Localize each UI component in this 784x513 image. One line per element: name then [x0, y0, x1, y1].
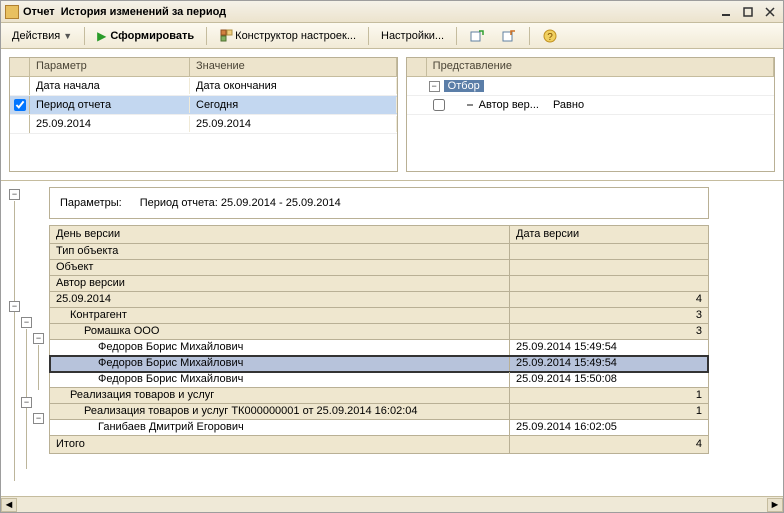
outline-toggle[interactable]: − [21, 397, 32, 408]
report-header-row: День версии Дата версии [50, 226, 708, 244]
actions-menu[interactable]: Действия ▼ [5, 27, 79, 45]
params-value: Период отчета: 25.09.2014 - 25.09.2014 [140, 197, 341, 209]
maximize-button[interactable] [739, 5, 757, 19]
scroll-left-button[interactable]: ◄ [1, 498, 17, 512]
outline-toggle[interactable]: − [21, 317, 32, 328]
subheader: Тип объекта [50, 244, 510, 260]
filter-operator: Равно [553, 99, 584, 111]
toolbar-separator [456, 27, 457, 45]
report-row[interactable]: Реализация товаров и услуг ТК000000001 о… [50, 404, 708, 420]
table-import-icon [501, 28, 517, 44]
report-row[interactable]: Ганибаев Дмитрий Егорович25.09.2014 16:0… [50, 420, 708, 436]
params-row[interactable]: 25.09.2014 25.09.2014 [10, 115, 397, 134]
col-value: Значение [190, 58, 397, 76]
minimize-button[interactable] [717, 5, 735, 19]
dash-icon [467, 104, 473, 106]
report-row[interactable]: Контрагент3 [50, 308, 708, 324]
horizontal-scrollbar[interactable]: ◄ ► [1, 496, 783, 512]
outline-toggle[interactable]: − [9, 301, 20, 312]
constructor-button[interactable]: Конструктор настроек... [212, 25, 363, 47]
help-icon: ? [542, 28, 558, 44]
settings-label: Настройки... [381, 30, 444, 42]
report-pane: − − − − − − Параметры: Период отчета: 25… [1, 181, 783, 512]
report-footer: Итого 4 [50, 436, 708, 454]
close-button[interactable] [761, 5, 779, 19]
toolbar-separator [206, 27, 207, 45]
tb-icon-button-1[interactable] [462, 25, 492, 47]
col-parameter: Параметр [30, 58, 190, 76]
params-pane: Параметр Значение Дата начала Дата оконч… [1, 49, 783, 181]
generate-button[interactable]: ▶ Сформировать [90, 26, 201, 46]
window-title: Отчет [23, 6, 55, 18]
report-row-selected[interactable]: Федоров Борис Михайлович25.09.2014 15:49… [50, 356, 708, 372]
outline-gutter[interactable]: − − − − − − [7, 187, 51, 496]
filter-root: Отбор [444, 80, 484, 92]
subheader: Объект [50, 260, 510, 276]
filter-grid[interactable]: Представление − Отбор Автор вер... Равно [406, 57, 775, 172]
tb-icon-button-2[interactable] [494, 25, 524, 47]
param-checkbox[interactable] [14, 99, 26, 111]
generate-label: Сформировать [110, 30, 194, 42]
toolbar: Действия ▼ ▶ Сформировать Конструктор на… [1, 23, 783, 49]
filter-root-row[interactable]: − Отбор [407, 77, 774, 96]
window-subtitle: История изменений за период [61, 6, 226, 18]
filter-checkbox[interactable] [433, 99, 445, 111]
params-label: Параметры: [60, 197, 122, 209]
report-row[interactable]: 25.09.20144 [50, 292, 708, 308]
header-day: День версии [50, 226, 510, 244]
actions-label: Действия [12, 30, 60, 42]
footer-label: Итого [50, 436, 510, 453]
outline-toggle[interactable]: − [9, 189, 20, 200]
report-row[interactable]: Федоров Борис Михайлович25.09.2014 15:50… [50, 372, 708, 388]
filter-child-row[interactable]: Автор вер... Равно [407, 96, 774, 115]
col-representation: Представление [427, 58, 774, 76]
constructor-icon [219, 28, 235, 44]
play-icon: ▶ [97, 29, 106, 43]
collapse-icon[interactable]: − [429, 81, 440, 92]
toolbar-separator [84, 27, 85, 45]
header-date: Дата версии [510, 226, 708, 244]
report-table[interactable]: День версии Дата версии Тип объекта Объе… [49, 225, 709, 454]
settings-button[interactable]: Настройки... [374, 27, 451, 45]
footer-value: 4 [510, 436, 708, 453]
outline-toggle[interactable]: − [33, 333, 44, 344]
params-grid[interactable]: Параметр Значение Дата начала Дата оконч… [9, 57, 398, 172]
scroll-right-button[interactable]: ► [767, 498, 783, 512]
filter-field: Автор вер... [479, 99, 539, 111]
report-params-box: Параметры: Период отчета: 25.09.2014 - 2… [49, 187, 709, 219]
svg-text:?: ? [547, 32, 553, 43]
subheader: Автор версии [50, 276, 510, 292]
toolbar-separator [368, 27, 369, 45]
report-row[interactable]: Ромашка ООО3 [50, 324, 708, 340]
outline-toggle[interactable]: − [33, 413, 44, 424]
chevron-down-icon: ▼ [63, 31, 72, 41]
params-row[interactable]: Дата начала Дата окончания [10, 77, 397, 96]
constructor-label: Конструктор настроек... [235, 30, 356, 42]
report-row[interactable]: Федоров Борис Михайлович25.09.2014 15:49… [50, 340, 708, 356]
table-export-icon [469, 28, 485, 44]
toolbar-separator [529, 27, 530, 45]
title-bar: Отчет История изменений за период [1, 1, 783, 23]
help-button[interactable]: ? [535, 25, 565, 47]
app-icon [5, 5, 19, 19]
report-window: Отчет История изменений за период Действ… [0, 0, 784, 513]
report-row[interactable]: Реализация товаров и услуг1 [50, 388, 708, 404]
params-row-selected[interactable]: Период отчета Сегодня [10, 96, 397, 115]
